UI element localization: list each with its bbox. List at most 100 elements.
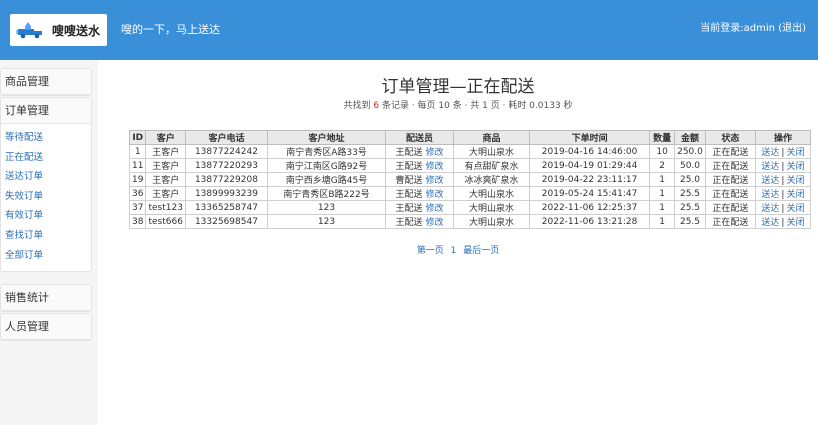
cell-customer: 王客户 bbox=[145, 158, 186, 173]
close-link[interactable]: 关闭 bbox=[786, 162, 804, 172]
courier-name: 王配送 bbox=[395, 148, 423, 158]
cell-status: 正在配送 bbox=[704, 200, 756, 215]
edit-courier-link[interactable]: 修改 bbox=[426, 218, 444, 228]
cell-phone: 13365258747 bbox=[184, 200, 268, 215]
sidebar-item-search[interactable]: 查找订单 bbox=[1, 226, 91, 246]
cell-actions: 送达 | 关闭 bbox=[754, 144, 812, 159]
edit-courier-link[interactable]: 修改 bbox=[426, 190, 444, 200]
deliver-link[interactable]: 送达 bbox=[761, 176, 779, 186]
col-qty: 数量 bbox=[649, 130, 676, 145]
cell-product: 大明山泉水 bbox=[453, 200, 531, 215]
cell-amount: 25.5 bbox=[674, 214, 706, 229]
cell-time: 2022-11-06 12:25:37 bbox=[529, 200, 651, 215]
cell-address: 123 bbox=[266, 214, 387, 229]
sidebar-item-valid[interactable]: 有效订单 bbox=[1, 206, 91, 226]
close-link[interactable]: 关闭 bbox=[786, 190, 804, 200]
cell-status: 正在配送 bbox=[704, 144, 756, 159]
deliver-link[interactable]: 送达 bbox=[761, 162, 779, 172]
pager-first[interactable]: 第一页 bbox=[417, 246, 444, 256]
cell-courier: 王配送 修改 bbox=[385, 200, 455, 215]
sidebar-item-delivered[interactable]: 送达订单 bbox=[1, 167, 91, 187]
login-user: 当前登录:admin bbox=[700, 23, 775, 34]
menu-group-goods[interactable]: 商品管理 bbox=[0, 68, 92, 96]
cell-product: 大明山泉水 bbox=[453, 214, 531, 229]
main-content: 订单管理—正在配送 共找到 6 条记录 · 每页 10 条 · 共 1 页 · … bbox=[98, 60, 818, 425]
page-title: 订单管理—正在配送 bbox=[381, 77, 535, 97]
edit-courier-link[interactable]: 修改 bbox=[426, 148, 444, 158]
logo[interactable]: 嗖嗖送水 bbox=[10, 14, 107, 46]
cell-customer: 王客户 bbox=[145, 144, 186, 159]
menu-head-sales[interactable]: 销售统计 bbox=[1, 285, 91, 311]
col-customer: 客户 bbox=[145, 130, 186, 145]
sidebar-item-waiting[interactable]: 等待配送 bbox=[1, 128, 91, 148]
edit-courier-link[interactable]: 修改 bbox=[426, 204, 444, 214]
cell-address: 南宁江南区G路92号 bbox=[266, 158, 387, 173]
cell-qty: 1 bbox=[649, 172, 676, 187]
deliver-link[interactable]: 送达 bbox=[761, 190, 779, 200]
cell-actions: 送达 | 关闭 bbox=[754, 214, 812, 229]
cell-phone: 13325698547 bbox=[184, 214, 268, 229]
cell-qty: 1 bbox=[649, 214, 676, 229]
close-link[interactable]: 关闭 bbox=[786, 148, 804, 158]
sidebar-item-invalid[interactable]: 失效订单 bbox=[1, 187, 91, 207]
cell-address: 南宁西乡塘G路45号 bbox=[266, 172, 387, 187]
cell-time: 2019-04-16 14:46:00 bbox=[529, 144, 651, 159]
deliver-link[interactable]: 送达 bbox=[761, 218, 779, 228]
close-link[interactable]: 关闭 bbox=[786, 218, 804, 228]
summary-count: 6 bbox=[373, 101, 380, 111]
cell-id: 19 bbox=[128, 172, 147, 187]
pager-last[interactable]: 最后一页 bbox=[463, 246, 499, 256]
action-separator: | bbox=[781, 176, 785, 186]
cell-time: 2019-04-22 23:11:17 bbox=[529, 172, 651, 187]
menu-group-orders: 订单管理 等待配送 正在配送 送达订单 失效订单 有效订单 查找订单 全部订单 bbox=[0, 97, 92, 273]
water-truck-icon bbox=[16, 20, 46, 40]
cell-qty: 2 bbox=[649, 158, 676, 173]
top-header: 嗖嗖送水 嗖的一下，马上送达 当前登录:admin (退出) bbox=[0, 0, 818, 60]
sidebar-item-all[interactable]: 全部订单 bbox=[1, 246, 91, 266]
cell-status: 正在配送 bbox=[704, 186, 756, 201]
cell-amount: 250.0 bbox=[674, 144, 706, 159]
cell-status: 正在配送 bbox=[704, 172, 756, 187]
cell-customer: test666 bbox=[145, 214, 186, 229]
cell-courier: 王配送 修改 bbox=[385, 186, 455, 201]
cell-qty: 1 bbox=[649, 200, 676, 215]
cell-product: 大明山泉水 bbox=[453, 144, 531, 159]
cell-actions: 送达 | 关闭 bbox=[754, 186, 812, 201]
menu-group-staff[interactable]: 人员管理 bbox=[0, 313, 92, 341]
menu-head-orders[interactable]: 订单管理 bbox=[1, 98, 91, 124]
edit-courier-link[interactable]: 修改 bbox=[426, 162, 444, 172]
col-actions: 操作 bbox=[754, 130, 812, 145]
login-status: 当前登录:admin (退出) bbox=[700, 19, 806, 34]
courier-name: 王配送 bbox=[395, 190, 423, 200]
col-address: 客户地址 bbox=[266, 130, 387, 145]
close-link[interactable]: 关闭 bbox=[786, 176, 804, 186]
menu-head-staff[interactable]: 人员管理 bbox=[1, 314, 91, 340]
cell-id: 1 bbox=[128, 144, 147, 159]
result-summary: 共找到 6 条记录 · 每页 10 条 · 共 1 页 · 耗时 0.0133 … bbox=[98, 98, 818, 111]
deliver-link[interactable]: 送达 bbox=[761, 204, 779, 214]
sidebar-item-delivering[interactable]: 正在配送 bbox=[1, 148, 91, 168]
deliver-link[interactable]: 送达 bbox=[761, 148, 779, 158]
cell-amount: 25.0 bbox=[674, 172, 706, 187]
cell-amount: 25.5 bbox=[674, 200, 706, 215]
edit-courier-link[interactable]: 修改 bbox=[426, 176, 444, 186]
cell-phone: 13877229208 bbox=[184, 172, 268, 187]
cell-phone: 13899993239 bbox=[184, 186, 268, 201]
courier-name: 曹配送 bbox=[395, 176, 423, 186]
table-row: 19 王客户 13877229208 南宁西乡塘G路45号 曹配送 修改 冰冰爽矿泉水 201… bbox=[128, 172, 812, 187]
action-separator: | bbox=[781, 218, 785, 228]
table-header-row: ID 客户 客户电话 客户地址 配送员 商品 下单时间 数量 金额 状态 操作 bbox=[128, 130, 812, 145]
cell-product: 大明山泉水 bbox=[453, 186, 531, 201]
cell-id: 37 bbox=[128, 200, 147, 215]
menu-group-sales[interactable]: 销售统计 bbox=[0, 284, 92, 312]
sidebar: 商品管理 订单管理 等待配送 正在配送 送达订单 失效订单 有效订单 查找订单 … bbox=[0, 60, 98, 425]
orders-table: ID 客户 客户电话 客户地址 配送员 商品 下单时间 数量 金额 状态 操作 … bbox=[128, 130, 812, 229]
cell-time: 2022-11-06 13:21:28 bbox=[529, 214, 651, 229]
close-link[interactable]: 关闭 bbox=[786, 204, 804, 214]
logout-link[interactable]: (退出) bbox=[778, 23, 806, 34]
cell-time: 2019-05-24 15:41:47 bbox=[529, 186, 651, 201]
cell-qty: 10 bbox=[649, 144, 676, 159]
menu-head-goods[interactable]: 商品管理 bbox=[1, 69, 91, 95]
pager-current[interactable]: 1 bbox=[451, 246, 457, 256]
cell-phone: 13877220293 bbox=[184, 158, 268, 173]
